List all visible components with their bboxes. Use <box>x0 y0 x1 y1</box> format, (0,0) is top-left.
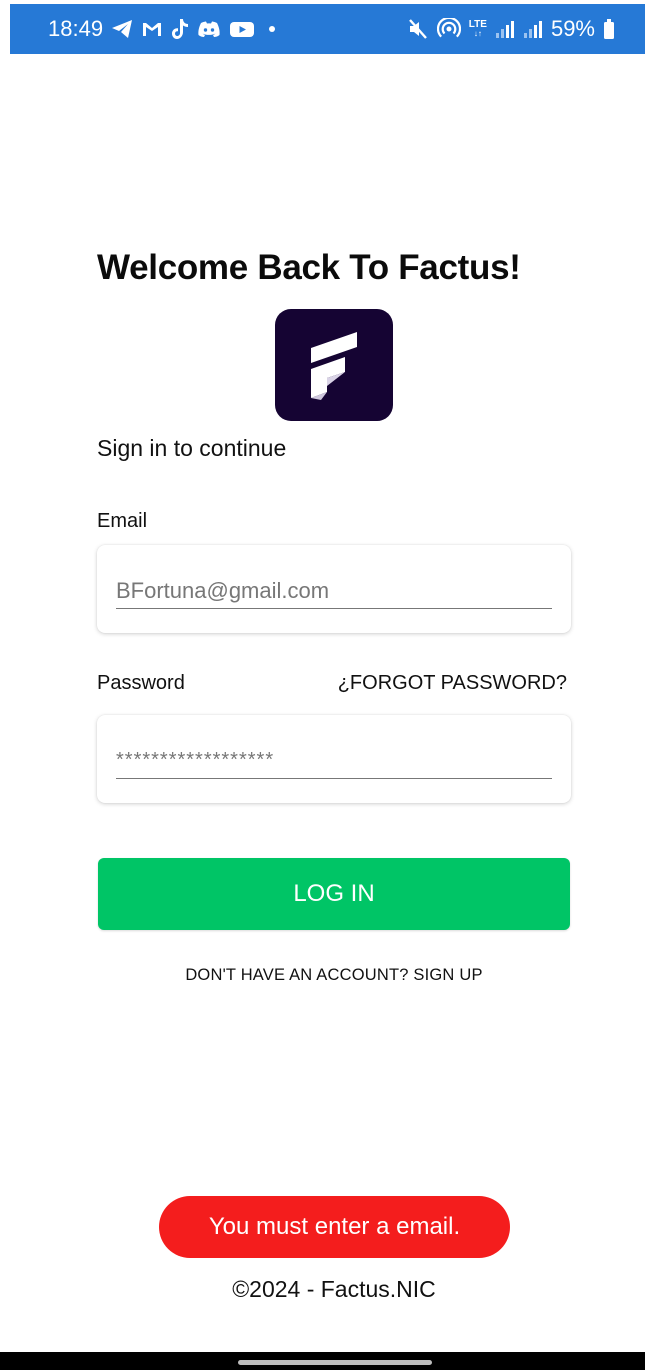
lte-icon: LTE ↓↑ <box>468 19 487 38</box>
password-label: Password <box>97 672 185 694</box>
tiktok-icon <box>171 18 189 40</box>
status-time: 18:49 <box>48 16 104 41</box>
signal-icon <box>523 18 543 40</box>
signup-link[interactable]: DON'T HAVE AN ACCOUNT? SIGN UP <box>0 966 645 985</box>
home-gesture-handle[interactable] <box>238 1360 432 1365</box>
error-toast: You must enter a email. <box>159 1196 510 1258</box>
discord-icon <box>197 18 221 40</box>
battery-icon <box>603 18 615 40</box>
youtube-icon <box>229 18 255 40</box>
battery-percent: 59% <box>550 16 595 41</box>
page-title: Welcome Back To Factus! <box>97 248 521 287</box>
password-card <box>97 715 571 803</box>
gmail-icon <box>141 18 163 40</box>
mute-icon <box>407 18 429 40</box>
status-bar: 18:49 LTE ↓↑ 59% <box>10 4 645 54</box>
email-label: Email <box>97 510 148 532</box>
status-bar-left: 18:49 <box>48 16 276 42</box>
footer-copyright: ©2024 - Factus.NIC <box>232 1276 436 1302</box>
hotspot-icon <box>436 18 461 40</box>
notification-dot-icon <box>269 26 276 32</box>
system-nav-bar <box>0 1352 645 1370</box>
subtitle: Sign in to continue <box>97 435 287 461</box>
email-card <box>97 545 571 633</box>
telegram-icon <box>111 18 133 40</box>
password-field[interactable] <box>116 743 552 779</box>
email-field[interactable] <box>116 573 552 609</box>
forgot-password-link[interactable]: ¿FORGOT PASSWORD? <box>338 672 567 695</box>
status-bar-right: LTE ↓↑ 59% <box>407 16 615 42</box>
login-screen: 18:49 LTE ↓↑ 59% Welcome Back To Factus!… <box>0 0 645 1370</box>
login-button[interactable]: LOG IN <box>98 858 570 930</box>
factus-logo-icon <box>275 309 393 421</box>
signal-icon <box>495 18 515 40</box>
